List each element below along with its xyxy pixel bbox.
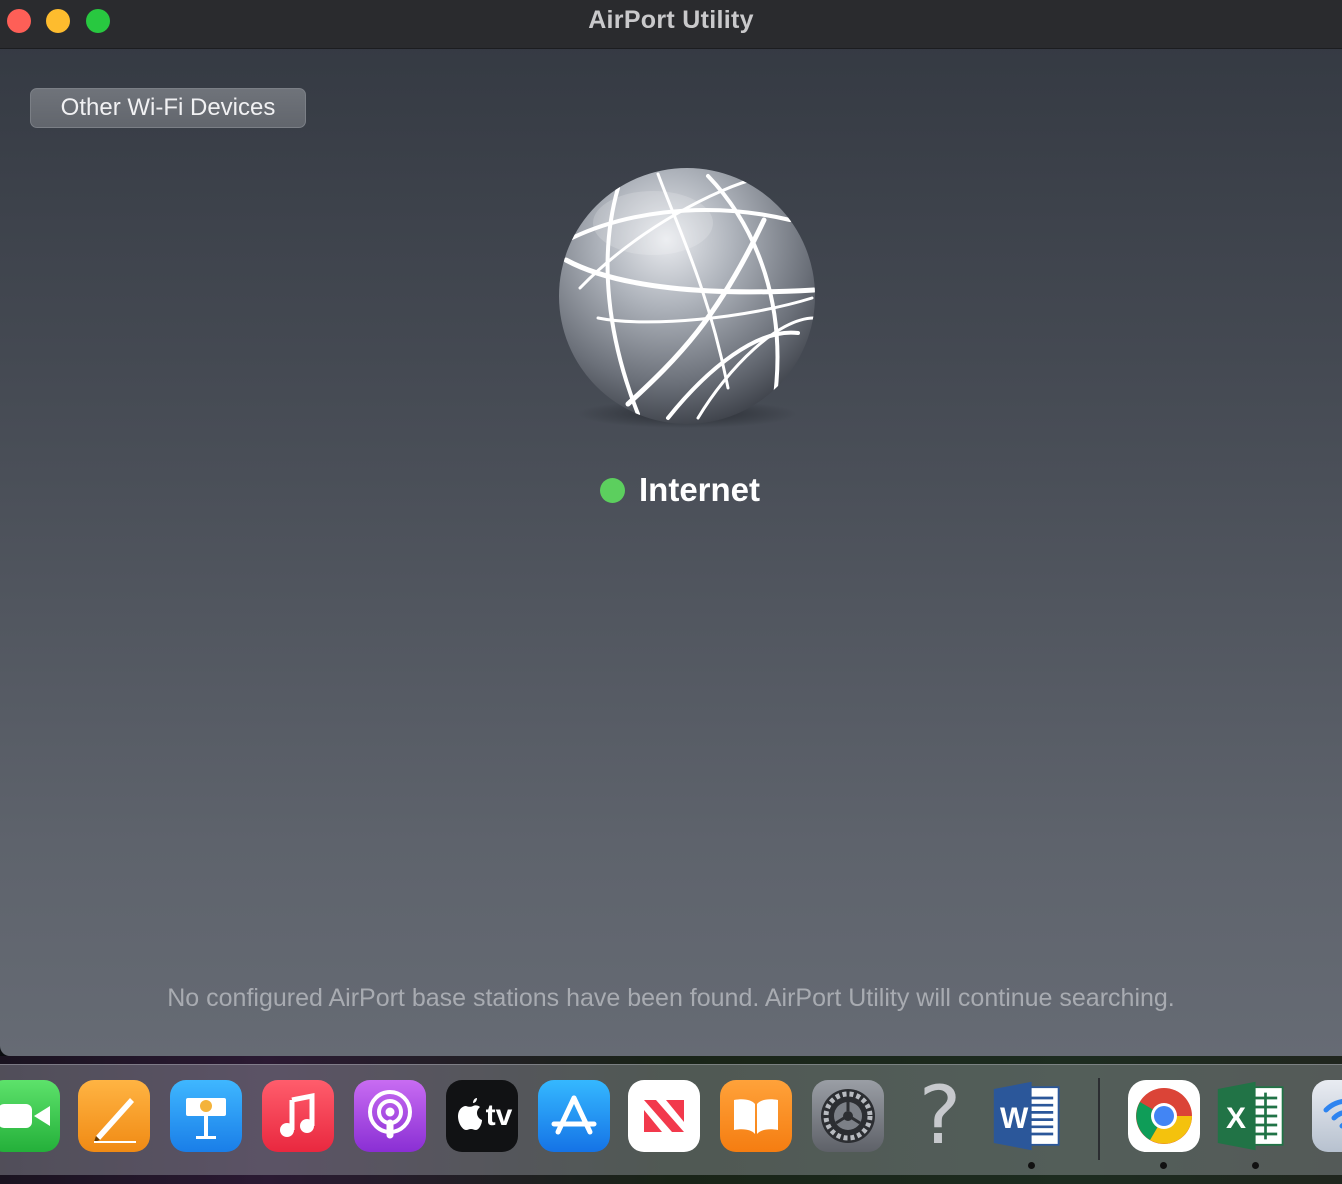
keynote-icon[interactable]: [170, 1080, 242, 1152]
window-title: AirPort Utility: [588, 6, 754, 34]
podcasts-icon[interactable]: [354, 1080, 426, 1152]
wifi-diagnostics-icon[interactable]: [1312, 1080, 1342, 1152]
system-preferences-icon[interactable]: [812, 1080, 884, 1152]
dock-separator: [1098, 1078, 1100, 1160]
other-wifi-devices-button[interactable]: Other Wi-Fi Devices: [30, 88, 306, 128]
facetime-icon[interactable]: [0, 1080, 60, 1152]
excel-running-indicator: [1252, 1162, 1259, 1169]
microsoft-word-icon[interactable]: W: [992, 1080, 1064, 1152]
internet-status-row[interactable]: Internet: [600, 468, 760, 512]
microsoft-excel-icon[interactable]: X: [1216, 1080, 1288, 1152]
status-indicator-green: [600, 477, 625, 503]
search-status-message: No configured AirPort base stations have…: [167, 984, 1175, 1012]
books-icon[interactable]: [720, 1080, 792, 1152]
chrome-running-indicator: [1160, 1162, 1167, 1169]
google-chrome-icon[interactable]: [1128, 1080, 1200, 1152]
pages-icon[interactable]: [78, 1080, 150, 1152]
internet-globe-icon[interactable]: [558, 168, 816, 430]
excel-letter: X: [1226, 1102, 1247, 1135]
apple-tv-icon[interactable]: tv: [446, 1080, 518, 1152]
news-icon[interactable]: [628, 1080, 700, 1152]
help-question-mark: ?: [918, 1080, 962, 1152]
word-letter: W: [1000, 1102, 1029, 1135]
word-running-indicator: [1028, 1162, 1035, 1169]
help-question-icon[interactable]: ?: [904, 1080, 976, 1152]
apple-tv-label: tv: [485, 1099, 513, 1132]
airport-utility-window: AirPort Utility Other Wi-Fi Devices Inte…: [0, 0, 1342, 1056]
app-store-icon[interactable]: [538, 1080, 610, 1152]
internet-label: Internet: [639, 471, 761, 508]
music-icon[interactable]: [262, 1080, 334, 1152]
title-bar: AirPort Utility: [0, 0, 1342, 49]
